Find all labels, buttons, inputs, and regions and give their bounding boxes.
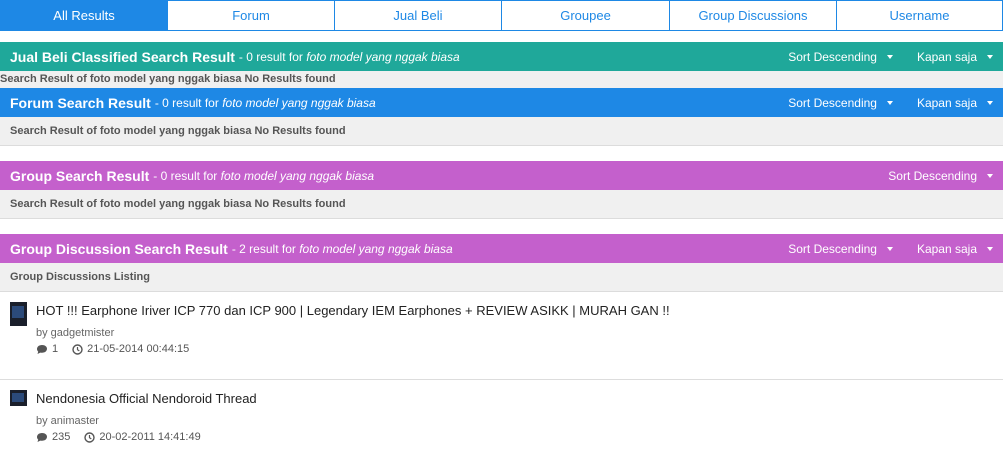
caret-down-icon bbox=[886, 54, 893, 59]
clock-icon bbox=[84, 431, 96, 443]
list-item: HOT !!! Earphone Iriver ICP 770 dan ICP … bbox=[0, 292, 1003, 380]
avatar[interactable] bbox=[10, 302, 27, 326]
discussion-query: foto model yang nggak biasa bbox=[299, 241, 453, 256]
forum-time-label: Kapan saja bbox=[916, 95, 977, 110]
group-no-results: Search Result of foto model yang nggak b… bbox=[10, 198, 346, 210]
forum-count: - 0 result for bbox=[154, 95, 219, 110]
tab-username[interactable]: Username bbox=[837, 0, 1003, 31]
group-query: foto model yang nggak biasa bbox=[220, 168, 375, 183]
forum-query: foto model yang nggak biasa bbox=[222, 95, 376, 110]
forum-sort-label: Sort Descending bbox=[788, 95, 877, 110]
discussion-count: - 2 result for bbox=[231, 241, 296, 256]
comment-count: 235 bbox=[52, 431, 71, 443]
caret-down-icon bbox=[987, 246, 993, 251]
discussion-time-label: Kapan saja bbox=[916, 241, 977, 256]
avatar[interactable] bbox=[10, 390, 27, 406]
group-meta: - 0 result for foto model yang nggak bia… bbox=[153, 169, 374, 183]
discussion-header: Group Discussion Search Result - 2 resul… bbox=[0, 234, 1003, 263]
group-sort-label: Sort Descending bbox=[888, 168, 977, 183]
jualbeli-sort-dropdown[interactable]: Sort Descending bbox=[774, 42, 903, 71]
discussion-stats: 235 20-02-2011 14:41:49 bbox=[36, 431, 201, 443]
jualbeli-time-label: Kapan saja bbox=[916, 49, 977, 64]
discussion-sort-label: Sort Descending bbox=[788, 241, 877, 256]
jualbeli-header: Jual Beli Classified Search Result - 0 r… bbox=[0, 42, 1003, 71]
discussion-date: 20-02-2011 14:41:49 bbox=[99, 431, 201, 443]
caret-down-icon bbox=[987, 100, 993, 105]
tab-group-discussions[interactable]: Group Discussions bbox=[670, 0, 837, 31]
caret-down-icon bbox=[886, 100, 893, 105]
jualbeli-title: Jual Beli Classified Search Result bbox=[10, 48, 235, 65]
discussion-stats: 1 21-05-2014 00:44:15 bbox=[36, 343, 189, 355]
comment-icon bbox=[37, 344, 47, 354]
comment-icon bbox=[37, 432, 47, 442]
discussion-time-dropdown[interactable]: Kapan saja bbox=[903, 234, 1003, 263]
discussion-title-link[interactable]: Nendonesia Official Nendoroid Thread bbox=[36, 391, 257, 406]
jualbeli-query: foto model yang nggak biasa bbox=[306, 49, 460, 64]
jualbeli-count: - 0 result for bbox=[238, 49, 303, 64]
caret-down-icon bbox=[987, 54, 993, 59]
discussion-sort-dropdown[interactable]: Sort Descending bbox=[774, 234, 903, 263]
group-result-band: Search Result of foto model yang nggak b… bbox=[0, 190, 1003, 219]
forum-meta: - 0 result for foto model yang nggak bia… bbox=[155, 96, 376, 110]
jualbeli-meta: - 0 result for foto model yang nggak bia… bbox=[239, 50, 460, 64]
comment-count: 1 bbox=[52, 343, 59, 355]
tab-groupee[interactable]: Groupee bbox=[502, 0, 670, 31]
list-item: Nendonesia Official Nendoroid Thread by … bbox=[0, 380, 1003, 466]
jualbeli-result-band: Search Result of foto model yang nggak b… bbox=[0, 71, 1003, 88]
forum-sort-dropdown[interactable]: Sort Descending bbox=[774, 88, 903, 117]
discussion-listing-band: Group Discussions Listing bbox=[0, 263, 1003, 292]
discussion-author: by animaster bbox=[36, 415, 99, 427]
group-count: - 0 result for bbox=[153, 168, 218, 183]
clock-icon bbox=[72, 343, 83, 355]
caret-down-icon bbox=[987, 173, 993, 178]
forum-no-results: Search Result of foto model yang nggak b… bbox=[10, 125, 346, 137]
discussion-title-link[interactable]: HOT !!! Earphone Iriver ICP 770 dan ICP … bbox=[36, 303, 670, 318]
group-header: Group Search Result - 0 result for foto … bbox=[0, 161, 1003, 190]
tab-forum[interactable]: Forum bbox=[168, 0, 335, 31]
discussion-meta: - 2 result for foto model yang nggak bia… bbox=[232, 242, 453, 256]
group-title: Group Search Result bbox=[10, 167, 150, 184]
group-sort-dropdown[interactable]: Sort Descending bbox=[874, 161, 1003, 190]
tab-all-results[interactable]: All Results bbox=[0, 0, 168, 31]
jualbeli-sort-label: Sort Descending bbox=[788, 49, 877, 64]
jualbeli-no-results: Search Result of foto model yang nggak b… bbox=[0, 73, 336, 85]
discussion-title: Group Discussion Search Result bbox=[10, 240, 228, 257]
forum-title: Forum Search Result bbox=[10, 94, 151, 111]
caret-down-icon bbox=[886, 246, 893, 251]
search-tabs: All Results Forum Jual Beli Groupee Grou… bbox=[0, 0, 1003, 31]
discussion-author: by gadgetmister bbox=[36, 327, 115, 339]
forum-result-band: Search Result of foto model yang nggak b… bbox=[0, 117, 1003, 146]
jualbeli-time-dropdown[interactable]: Kapan saja bbox=[903, 42, 1003, 71]
discussion-date: 21-05-2014 00:44:15 bbox=[87, 343, 190, 355]
tab-jual-beli[interactable]: Jual Beli bbox=[335, 0, 502, 31]
forum-header: Forum Search Result - 0 result for foto … bbox=[0, 88, 1003, 117]
discussion-listing-label: Group Discussions Listing bbox=[10, 271, 150, 283]
forum-time-dropdown[interactable]: Kapan saja bbox=[903, 88, 1003, 117]
